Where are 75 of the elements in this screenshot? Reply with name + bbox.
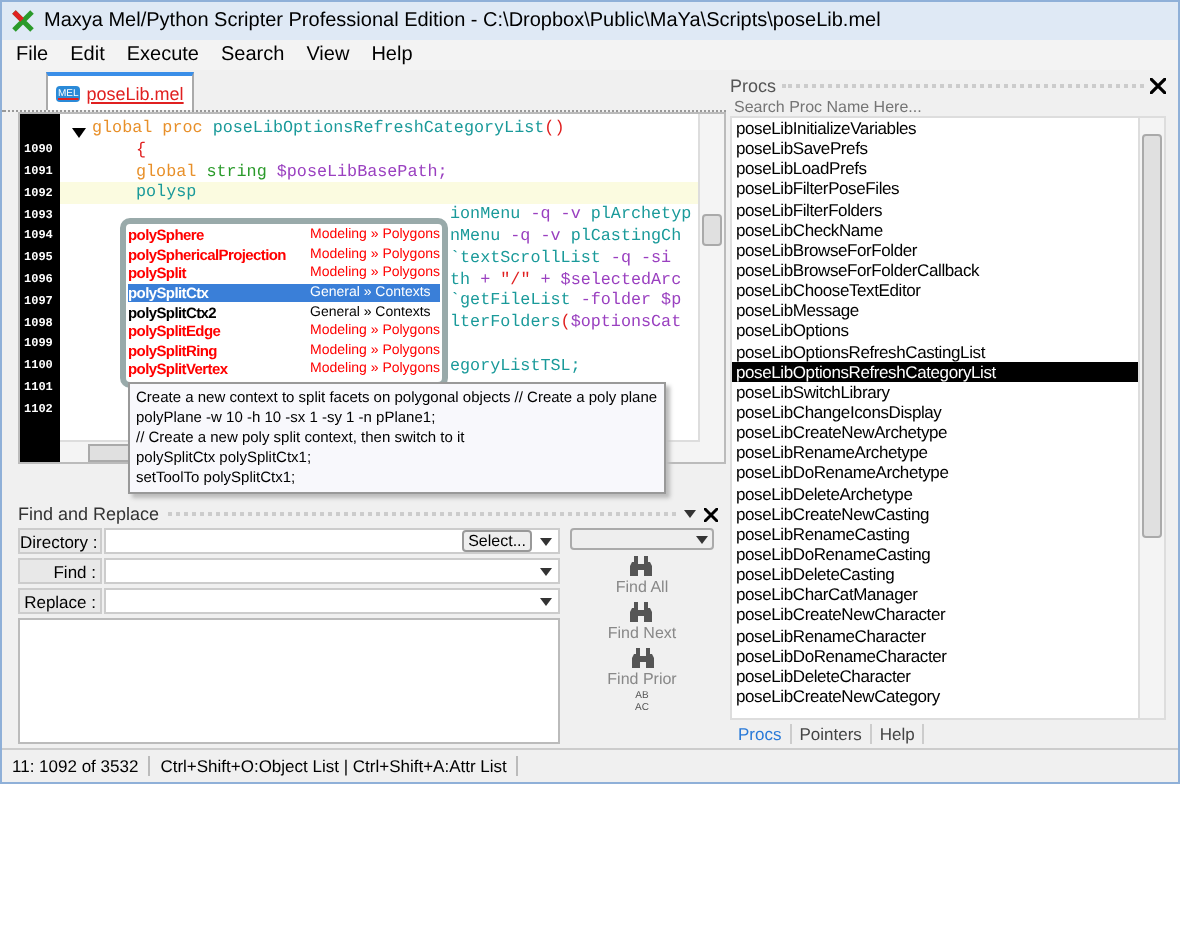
code-line: `textScrollList -q -si: [450, 247, 672, 270]
menu-item[interactable]: Execute: [124, 44, 201, 66]
menu-item[interactable]: File: [14, 44, 51, 66]
proc-item[interactable]: poseLibRenameCharacter: [732, 625, 1138, 646]
proc-item[interactable]: poseLibCreateNewCasting: [732, 503, 1138, 524]
status-text: 11: 1092 of 3532: [2, 756, 151, 776]
fold-marker-icon[interactable]: [72, 128, 86, 138]
dropdown-caret-icon[interactable]: [696, 535, 708, 543]
code-line: `getFileList -folder $p: [450, 290, 682, 313]
scrollbar-thumb[interactable]: [1142, 134, 1162, 538]
proc-item[interactable]: poseLibInitializeVariables: [732, 118, 1138, 139]
code-line: egoryListTSL;: [450, 355, 581, 378]
menu-item[interactable]: Search: [219, 44, 287, 66]
panel-tab[interactable]: Pointers: [791, 724, 872, 744]
input-field[interactable]: [104, 558, 560, 584]
field-label: Directory :: [18, 528, 102, 554]
proc-item[interactable]: poseLibSavePrefs: [732, 138, 1138, 159]
proc-item[interactable]: poseLibBrowseForFolderCallback: [732, 259, 1138, 281]
code-line: global string $poseLibBasePath;: [136, 161, 448, 183]
proc-item[interactable]: poseLibCreateNewCategory: [732, 685, 1138, 707]
proc-item[interactable]: poseLibCreateNewCharacter: [732, 604, 1138, 626]
binoculars-icon: [630, 600, 653, 622]
dropdown-caret-icon[interactable]: [684, 510, 696, 518]
proc-item[interactable]: poseLibOptionsRefreshCastingList: [732, 341, 1138, 362]
proc-item[interactable]: poseLibChooseTextEditor: [732, 280, 1138, 301]
proc-item[interactable]: poseLibSwitchLibrary: [732, 381, 1138, 402]
proc-item[interactable]: poseLibDeleteCharacter: [732, 665, 1138, 686]
dropdown-caret-icon[interactable]: [540, 597, 552, 605]
scrollbar-thumb[interactable]: [702, 214, 722, 246]
field-label: Find :: [18, 558, 102, 584]
proc-item[interactable]: poseLibLoadPrefs: [732, 158, 1138, 179]
proc-item[interactable]: poseLibDoRenameCharacter: [732, 645, 1138, 666]
proc-item[interactable]: poseLibFilterPoseFiles: [732, 178, 1138, 200]
field-label: Replace :: [18, 588, 102, 614]
menu-item[interactable]: Help: [369, 44, 415, 66]
dropdown-caret-icon[interactable]: [540, 567, 552, 575]
binoculars-icon: [631, 646, 653, 668]
menu-item[interactable]: Edit: [68, 44, 107, 66]
input-field[interactable]: [104, 588, 560, 614]
proc-item[interactable]: poseLibDoRenameCasting: [732, 543, 1138, 565]
input-field[interactable]: Select...: [104, 528, 560, 554]
code-line: global proc poseLibOptionsRefreshCategoryList(): [92, 118, 565, 140]
window-title: Maxya Mel/Python Scripter Professional Edition - C:\Dropbox\Public\MaYa\Scripts\poseLib.mel: [44, 10, 881, 32]
proc-item[interactable]: poseLibChangeIconsDisplay: [732, 401, 1138, 423]
code-line: {: [136, 139, 147, 162]
proc-item[interactable]: poseLibOptions: [732, 320, 1138, 342]
code-line: polysp: [136, 182, 197, 205]
panel-title: Procs: [730, 76, 777, 96]
binoculars-icon: [630, 554, 653, 576]
proc-item[interactable]: poseLibBrowseForFolder: [732, 239, 1138, 260]
proc-item[interactable]: poseLibCharCatManager: [732, 584, 1138, 605]
select-button[interactable]: Select...: [462, 530, 532, 552]
proc-item[interactable]: poseLibFilterFolders: [732, 199, 1138, 220]
proc-item[interactable]: poseLibCreateNewArchetype: [732, 422, 1138, 443]
status-text: Ctrl+Shift+O:Object List | Ctrl+Shift+A:Attr List: [150, 756, 519, 776]
panel-title: Find and Replace: [18, 504, 160, 524]
code-line: th + "/" + $selectedArc: [450, 269, 682, 291]
proc-item[interactable]: poseLibDoRenameArchetype: [732, 462, 1138, 484]
panel-tab[interactable]: Procs: [730, 724, 792, 744]
proc-item[interactable]: poseLibRenameArchetype: [732, 442, 1138, 463]
panel-tab[interactable]: Help: [871, 724, 925, 744]
proc-item[interactable]: poseLibDeleteArchetype: [732, 483, 1138, 504]
proc-item[interactable]: poseLibRenameCasting: [732, 523, 1138, 544]
proc-item[interactable]: poseLibCheckName: [732, 219, 1138, 240]
proc-item[interactable]: poseLibDeleteCasting: [732, 564, 1138, 585]
menu-item[interactable]: View: [304, 44, 352, 66]
proc-item[interactable]: poseLibMessage: [732, 300, 1138, 321]
close-icon[interactable]: [1150, 78, 1166, 94]
code-line: ionMenu -q -v plArchetyp: [450, 204, 692, 226]
code-line: nMenu -q -v plCastingCh: [450, 225, 682, 248]
proc-item[interactable]: poseLibOptionsRefreshCategoryList: [732, 361, 1138, 382]
code-line: lterFolders($optionsCat: [450, 312, 682, 334]
dropdown-caret-icon[interactable]: [540, 537, 552, 545]
close-icon[interactable]: [704, 507, 718, 521]
app-logo-icon: [12, 10, 34, 32]
